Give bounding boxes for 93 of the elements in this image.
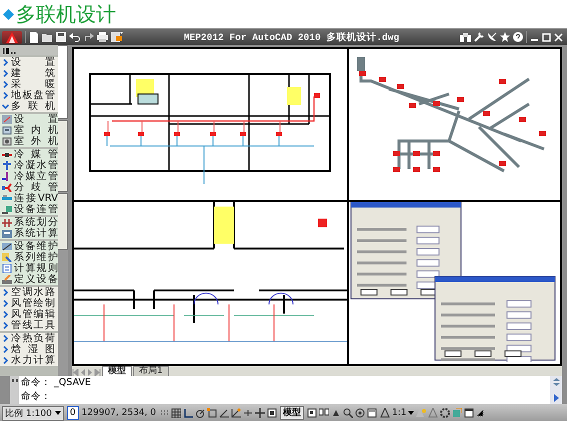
series-icon <box>2 253 12 262</box>
annotation-scale-dropdown[interactable]: 1:1 <box>392 408 406 418</box>
tool-item[interactable]: 设置 <box>0 114 58 125</box>
diamond-icon <box>3 8 14 20</box>
tool-item[interactable]: 冷媒管 <box>0 149 58 160</box>
gear-icon[interactable] <box>440 408 450 418</box>
pipe-icon <box>2 150 12 159</box>
wrench-icon[interactable] <box>474 32 484 42</box>
save-icon[interactable] <box>56 32 66 42</box>
side-tab[interactable] <box>58 193 68 250</box>
scale-dropdown[interactable]: 比例 1:100 <box>2 406 64 420</box>
app-logo-icon <box>6 32 18 42</box>
tool-item[interactable]: 计算规则 <box>0 263 58 274</box>
settings-icon <box>2 115 12 124</box>
indoor-unit-icon <box>2 126 12 135</box>
publish-icon[interactable] <box>111 32 123 42</box>
star-icon[interactable] <box>500 32 510 42</box>
define-device-icon <box>2 275 12 284</box>
grid-icon[interactable] <box>170 408 181 418</box>
tool-item[interactable]: 系统计算 <box>0 228 58 239</box>
coordinates-text: 129907, 2534, 0 <box>82 408 156 418</box>
category-item[interactable]: 空调水路 <box>0 287 58 298</box>
category-item[interactable]: 冷热负荷 <box>0 333 58 344</box>
next-arrow-icon[interactable] <box>552 394 560 402</box>
caret-icon <box>408 411 414 415</box>
caret-icon <box>54 411 61 415</box>
model-space-button[interactable]: 模型 <box>280 406 304 420</box>
tool-item[interactable]: 系列维护 <box>0 252 58 263</box>
ortho-icon[interactable] <box>182 408 193 418</box>
window-title: MEP2012 For AutoCAD 2010 多联机设计.dwg <box>182 30 400 44</box>
branch-pipe-icon <box>2 183 12 192</box>
close-icon[interactable] <box>554 32 563 42</box>
window-icon[interactable] <box>464 408 474 418</box>
resize-grip-icon <box>476 409 484 417</box>
grip-icon <box>12 379 18 382</box>
tool-item[interactable]: 冷媒立管 <box>0 171 58 182</box>
quick-properties-icon[interactable] <box>266 408 277 418</box>
command-line: 命令： _QSAVE <box>21 376 92 390</box>
tool-item[interactable]: 定义设备 <box>0 274 58 285</box>
tool-item[interactable]: 连接VRV <box>0 193 58 204</box>
application-menu-button[interactable] <box>2 30 22 44</box>
category-item[interactable]: 水力计算 <box>0 355 58 366</box>
category-item[interactable]: 多联机 <box>0 101 58 112</box>
maintenance-icon <box>2 242 12 251</box>
tool-item[interactable]: 系统划分 <box>0 217 58 228</box>
category-item[interactable]: 设置 <box>0 57 58 68</box>
category-item[interactable]: 风管编辑 <box>0 309 58 320</box>
side-tab[interactable] <box>58 120 68 192</box>
tracking-icon[interactable] <box>230 408 241 418</box>
layout-tab[interactable]: 布局1 <box>133 366 169 376</box>
tool-item[interactable]: 分歧管 <box>0 182 58 193</box>
print-icon[interactable] <box>97 32 108 42</box>
category-item[interactable]: 地板盘管 <box>0 90 58 101</box>
category-item[interactable]: 风管绘制 <box>0 298 58 309</box>
connector-icon <box>2 194 12 203</box>
tool-item[interactable]: 设备连管 <box>0 204 58 215</box>
layout-tab[interactable]: 模型 <box>102 366 132 376</box>
cross-icon[interactable] <box>254 408 265 418</box>
page-title: 多联机设计 <box>16 2 116 26</box>
two-panels-icon[interactable] <box>318 408 329 418</box>
undo-icon[interactable] <box>69 32 80 42</box>
help-icon[interactable] <box>513 32 523 42</box>
angle-icon[interactable] <box>218 408 229 418</box>
category-item[interactable]: 建筑 <box>0 68 58 79</box>
layer-field[interactable]: 0 <box>66 406 79 420</box>
tool-item[interactable]: 室外机 <box>0 136 58 147</box>
rules-icon <box>2 264 12 273</box>
new-file-icon[interactable] <box>29 32 39 42</box>
polar-icon[interactable] <box>194 408 205 418</box>
annotation-scale-icon <box>380 408 390 418</box>
drain-pipe-icon <box>2 161 12 170</box>
binoculars-icon[interactable] <box>460 32 471 42</box>
calculator-icon <box>2 229 12 238</box>
open-folder-icon[interactable] <box>42 32 53 42</box>
tool-item[interactable]: 室内机 <box>0 125 58 136</box>
system-split-icon <box>2 218 12 227</box>
command-line: 命令： <box>21 390 52 404</box>
grip-icon[interactable] <box>3 48 17 54</box>
object-snap-icon[interactable] <box>206 408 217 418</box>
category-item[interactable]: 焓湿图 <box>0 344 58 355</box>
zoom-icon[interactable] <box>342 408 353 418</box>
category-item[interactable]: 管线工具 <box>0 320 58 331</box>
steering-wheel-icon[interactable] <box>354 408 365 418</box>
satellite-icon[interactable] <box>487 32 497 42</box>
category-item[interactable]: 采暖 <box>0 79 58 90</box>
tool-item[interactable]: 冷凝水管 <box>0 160 58 171</box>
equipment-pipe-icon <box>2 205 12 214</box>
tool-item[interactable]: 设备维护 <box>0 241 58 252</box>
scroll-arrows-icon[interactable] <box>552 378 560 386</box>
outdoor-unit-icon <box>2 137 12 146</box>
redo-icon[interactable] <box>83 32 94 42</box>
maximize-icon[interactable] <box>542 32 551 42</box>
side-tab[interactable] <box>58 45 68 119</box>
